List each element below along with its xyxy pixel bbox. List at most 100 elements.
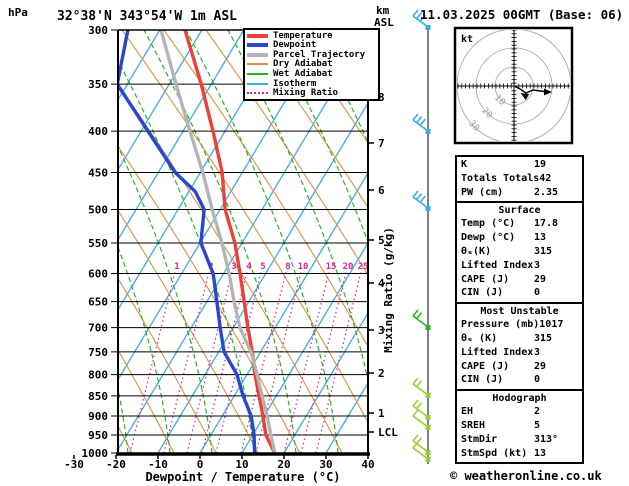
legend-swatch-temperature bbox=[247, 33, 268, 38]
stat-label: CAPE (J) bbox=[461, 273, 510, 285]
indices-panel: K 19 Totals Totals 42 PW (cm) 2.35 Surface Temp… bbox=[455, 155, 584, 465]
mixing-ratio-label: 3 bbox=[231, 262, 236, 272]
legend-swatch-parcel-trajectory bbox=[247, 52, 268, 57]
mixing-ratio-axis-label: Mixing Ratio (g/kg) bbox=[382, 227, 395, 353]
pressure-tick-label: 700 bbox=[88, 322, 108, 335]
pressure-tick-label: 650 bbox=[88, 296, 108, 309]
section-title: Most Unstable bbox=[480, 306, 559, 318]
stat-row: Temp (°C) 17.8 bbox=[461, 217, 578, 231]
stat-row: StmDir 313° bbox=[461, 433, 578, 447]
altitude-tick-label: 1 bbox=[378, 407, 385, 420]
mixing-ratio-label: 4 bbox=[246, 262, 252, 272]
stat-row: Dewp (°C) 13 bbox=[461, 231, 578, 245]
wind-barb-feather bbox=[412, 409, 419, 417]
skewt-sounding-page: 1 2 3 4 5 8 10 15 20 25 300 350 400 450 500 550 600 650 7… bbox=[0, 0, 629, 486]
altitude-tick-label: 7 bbox=[378, 137, 385, 150]
stat-row: Pressure (mb) 1017 bbox=[461, 318, 578, 332]
legend-item: Temperature bbox=[247, 31, 376, 41]
legend-swatch-mixing-ratio bbox=[247, 92, 268, 95]
mixing-ratio-label: 20 bbox=[343, 262, 354, 272]
stat-value: 29 bbox=[534, 273, 547, 285]
stat-label: CIN (J) bbox=[461, 287, 504, 299]
mixing-ratio-label: 25 bbox=[358, 262, 369, 272]
wind-barb-feather bbox=[412, 190, 419, 198]
stat-row: Lifted Index 3 bbox=[461, 346, 578, 360]
copyright: © weatheronline.co.uk bbox=[450, 469, 602, 483]
stat-label: Dewp (°C) bbox=[461, 232, 516, 244]
stat-label: θₑ (K) bbox=[461, 332, 498, 344]
wind-barb-feather bbox=[412, 309, 419, 317]
stat-value: 42 bbox=[539, 172, 552, 184]
stat-value: 315 bbox=[534, 332, 553, 344]
stat-label: CAPE (J) bbox=[461, 360, 510, 372]
panel-section-most-unstable: Most Unstable Pressure (mb) 1017 θₑ (K) 315 L… bbox=[455, 302, 584, 392]
temp-tick-label: -20 bbox=[106, 458, 126, 471]
stat-value: 17.8 bbox=[534, 218, 559, 230]
stat-row: θₑ (K) 315 bbox=[461, 332, 578, 346]
legend-swatch-dry-adiabat bbox=[247, 63, 268, 66]
altitude-tick-label: LCL bbox=[378, 426, 398, 439]
wind-barb-feather bbox=[412, 399, 419, 407]
pressure-tick-label: 350 bbox=[88, 78, 108, 91]
pressure-axis-unit: hPa bbox=[8, 6, 28, 19]
stat-row: CIN (J) 0 bbox=[461, 373, 578, 387]
stat-label: θₑ(K) bbox=[461, 245, 492, 257]
stat-value: 13 bbox=[534, 447, 547, 459]
wind-barb-feather bbox=[415, 402, 423, 410]
stat-label: EH bbox=[461, 406, 474, 418]
wet-adiabat-line bbox=[119, 391, 129, 453]
x-axis-label: Dewpoint / Temperature (°C) bbox=[145, 470, 340, 484]
legend-swatch-isotherm bbox=[247, 82, 268, 85]
datetime-title: 11.03.2025 00GMT (Base: 06) bbox=[420, 7, 623, 22]
pressure-tick-label: 800 bbox=[88, 369, 108, 382]
isotherm-line bbox=[119, 30, 161, 100]
mixing-ratio-line bbox=[300, 271, 347, 453]
stat-value: 315 bbox=[534, 245, 553, 257]
section-title: Surface bbox=[498, 205, 541, 217]
hodograph: 102030 bbox=[453, 26, 574, 145]
stat-value: 2 bbox=[534, 406, 541, 418]
stat-value: 29 bbox=[534, 360, 547, 372]
panel-section-surface: Surface Temp (°C) 17.8 Dewp (°C) 13 θₑ(K) 315 L… bbox=[455, 201, 584, 305]
wind-barb-feather bbox=[419, 195, 426, 203]
legend-label: Dry Adiabat bbox=[273, 59, 333, 70]
station-title: 32°38'N 343°54'W 1m ASL bbox=[57, 9, 237, 24]
pressure-tick-label: 750 bbox=[88, 346, 108, 359]
stat-row: K 19 bbox=[461, 158, 578, 172]
legend-swatch-dewpoint bbox=[247, 43, 268, 48]
stat-value: 3 bbox=[534, 259, 541, 271]
legend-label: Mixing Ratio bbox=[273, 88, 339, 99]
stat-value: 19 bbox=[534, 159, 547, 170]
legend-item: Mixing Ratio bbox=[247, 88, 376, 99]
wind-barb-feather bbox=[419, 118, 426, 126]
wind-barb-feather bbox=[412, 113, 419, 121]
stat-row: Totals Totals 42 bbox=[461, 172, 578, 186]
mixing-ratio-label: 8 bbox=[285, 262, 290, 272]
stat-value: 5 bbox=[534, 419, 541, 431]
stat-label: Lifted Index bbox=[461, 346, 534, 358]
stat-value: 2.35 bbox=[534, 186, 559, 198]
stat-label: StmSpd (kt) bbox=[461, 447, 528, 459]
pressure-tick-label: 550 bbox=[88, 237, 108, 250]
stat-row: StmSpd (kt) 13 bbox=[461, 447, 578, 461]
stat-row: EH 2 bbox=[461, 405, 578, 419]
temp-tick-label: 40 bbox=[361, 458, 374, 471]
altitude-tick-label: 2 bbox=[378, 367, 385, 380]
mixing-ratio-label: 1 bbox=[174, 262, 179, 272]
stat-label: K bbox=[461, 159, 468, 170]
wind-barb-feather bbox=[415, 380, 423, 388]
pressure-tick-label: 850 bbox=[88, 390, 108, 403]
stat-label: Totals Totals bbox=[461, 172, 540, 184]
wind-barb-stem bbox=[412, 315, 429, 328]
wind-barb-stem bbox=[412, 405, 429, 418]
legend-label: Dewpoint bbox=[273, 40, 317, 51]
stat-row: θₑ(K) 315 bbox=[461, 245, 578, 259]
wind-barb-feather bbox=[412, 434, 419, 442]
wind-barb-stem bbox=[412, 119, 429, 132]
wind-barb-column bbox=[412, 9, 431, 464]
stat-label: Pressure (mb) bbox=[461, 319, 540, 331]
isotherm-line bbox=[0, 30, 76, 453]
pressure-tick-label: 400 bbox=[88, 125, 108, 138]
mixing-ratio-line bbox=[129, 271, 176, 453]
altitude-tick-label: 6 bbox=[378, 184, 385, 197]
